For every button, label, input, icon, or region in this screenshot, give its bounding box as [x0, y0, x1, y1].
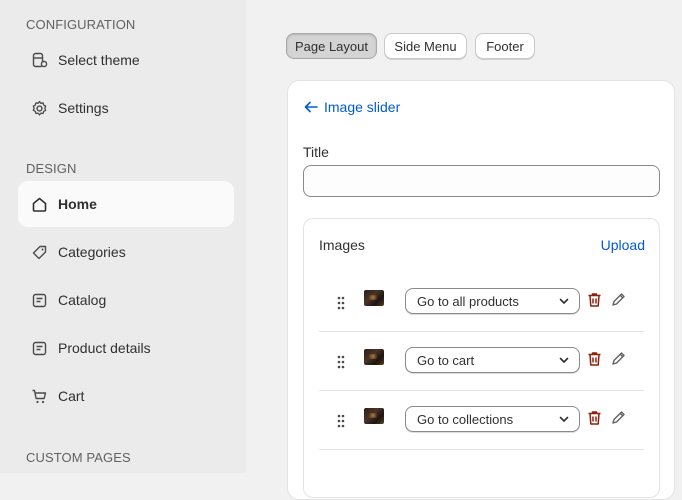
- delete-icon[interactable]: [587, 292, 602, 313]
- sidebar-item-categories[interactable]: Categories: [18, 229, 234, 275]
- image-thumbnail: [364, 290, 384, 306]
- image-row: Go to all products: [319, 274, 644, 332]
- editor-card: Image slider Title Images Upload Go to a…: [287, 80, 675, 500]
- image-thumbnail: [364, 349, 384, 365]
- tab-footer[interactable]: Footer: [475, 33, 535, 59]
- link-action-value: Go to all products: [417, 293, 519, 309]
- link-action-value: Go to cart: [417, 352, 475, 368]
- details-icon: [30, 339, 48, 357]
- tab-page-layout[interactable]: Page Layout: [286, 33, 377, 59]
- gear-icon: [30, 99, 48, 117]
- sidebar-item-product-details[interactable]: Product details: [18, 325, 234, 371]
- link-action-select[interactable]: Go to all products: [405, 288, 580, 314]
- image-row: Go to cart: [319, 333, 644, 391]
- back-link[interactable]: Image slider: [304, 99, 400, 115]
- image-row: Go to collections: [319, 392, 644, 450]
- sidebar: CONFIGURATION Select theme Settings DESI…: [0, 0, 246, 473]
- link-action-select[interactable]: Go to collections: [405, 406, 580, 432]
- link-action-select[interactable]: Go to cart: [405, 347, 580, 373]
- upload-button[interactable]: Upload: [601, 237, 645, 253]
- drag-handle-icon[interactable]: [337, 355, 345, 374]
- sidebar-item-label: Home: [58, 196, 97, 212]
- section-label-configuration: CONFIGURATION: [26, 17, 136, 32]
- edit-icon[interactable]: [611, 351, 626, 371]
- sidebar-item-label: Catalog: [58, 292, 107, 308]
- theme-icon: [30, 51, 48, 69]
- sidebar-item-label: Cart: [58, 388, 85, 404]
- tag-icon: [30, 243, 48, 261]
- sidebar-item-select-theme[interactable]: Select theme: [18, 37, 234, 83]
- chevron-down-icon: [558, 354, 570, 369]
- sidebar-item-cart[interactable]: Cart: [18, 373, 234, 419]
- delete-icon[interactable]: [587, 410, 602, 431]
- edit-icon[interactable]: [611, 292, 626, 312]
- cart-icon: [30, 387, 48, 405]
- chevron-down-icon: [558, 413, 570, 428]
- sidebar-item-settings[interactable]: Settings: [18, 85, 234, 131]
- delete-icon[interactable]: [587, 351, 602, 372]
- section-label-design: DESIGN: [26, 161, 77, 176]
- sidebar-item-catalog[interactable]: Catalog: [18, 277, 234, 323]
- title-label: Title: [303, 144, 329, 160]
- drag-handle-icon[interactable]: [337, 414, 345, 433]
- arrow-left-icon: [304, 101, 318, 113]
- edit-icon[interactable]: [611, 410, 626, 430]
- images-label: Images: [319, 237, 365, 253]
- back-link-label: Image slider: [324, 99, 401, 115]
- home-icon: [30, 195, 48, 213]
- sidebar-item-label: Product details: [58, 340, 151, 356]
- chevron-down-icon: [558, 295, 570, 310]
- section-label-custom-pages: CUSTOM PAGES: [26, 450, 131, 465]
- images-panel: Images Upload Go to all products Go to c…: [303, 218, 660, 498]
- link-action-value: Go to collections: [417, 411, 514, 427]
- tab-side-menu[interactable]: Side Menu: [384, 33, 467, 59]
- title-input[interactable]: [303, 165, 660, 197]
- sidebar-item-home[interactable]: Home: [18, 181, 234, 227]
- sidebar-item-label: Select theme: [58, 52, 140, 68]
- image-thumbnail: [364, 408, 384, 424]
- drag-handle-icon[interactable]: [337, 296, 345, 315]
- catalog-icon: [30, 291, 48, 309]
- sidebar-item-label: Categories: [58, 244, 126, 260]
- sidebar-item-label: Settings: [58, 100, 109, 116]
